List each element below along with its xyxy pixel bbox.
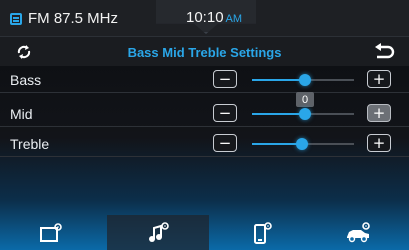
mid-label: Mid [10, 106, 33, 122]
bottom-tab-bar [0, 215, 409, 250]
vehicle-settings-icon [347, 221, 370, 242]
treble-increase-button[interactable]: + [367, 134, 391, 152]
sound-settings-icon [149, 221, 169, 242]
clock-time: 10:10 [186, 9, 224, 26]
treble-row: Treble − + [0, 131, 409, 157]
mid-row: Mid − + [0, 101, 409, 127]
bass-label: Bass [10, 72, 42, 88]
tab-display-settings[interactable] [0, 215, 102, 250]
treble-decrease-button[interactable]: − [213, 134, 237, 152]
back-icon[interactable] [373, 43, 395, 61]
bass-slider[interactable] [252, 74, 354, 86]
bass-slider-knob[interactable] [299, 74, 311, 86]
tab-phone-settings[interactable] [210, 215, 312, 250]
mid-slider-knob[interactable] [299, 108, 311, 120]
status-bar: FM 87.5 MHz 10:10 AM [0, 0, 409, 36]
settings-header: Bass Mid Treble Settings [0, 36, 409, 66]
radio-icon [10, 12, 22, 25]
radio-frequency: FM 87.5 MHz [28, 10, 119, 27]
tab-sound-settings[interactable] [107, 215, 209, 250]
clock: 10:10 AM [186, 9, 242, 26]
display-settings-icon [40, 222, 62, 242]
phone-settings-icon [254, 221, 272, 244]
bass-slider-fill [252, 79, 305, 81]
mid-slider-fill [252, 113, 305, 115]
bass-decrease-button[interactable]: − [213, 70, 237, 88]
treble-slider-fill [252, 143, 302, 145]
radio-source[interactable]: FM 87.5 MHz [10, 10, 118, 27]
mid-decrease-button[interactable]: − [213, 104, 237, 122]
clock-ampm: AM [225, 13, 243, 25]
treble-label: Treble [10, 136, 50, 152]
treble-slider-knob[interactable] [296, 138, 308, 150]
tab-vehicle-settings[interactable] [307, 215, 409, 250]
audio-settings-screen: FM 87.5 MHz 10:10 AM Bass Mid Treble Sett… [0, 0, 409, 250]
mid-increase-button[interactable]: + [367, 104, 391, 122]
mid-slider[interactable] [252, 108, 354, 120]
page-title: Bass Mid Treble Settings [127, 45, 282, 60]
bass-row: Bass − + [0, 67, 409, 93]
bass-increase-button[interactable]: + [367, 70, 391, 88]
treble-slider[interactable] [252, 138, 354, 150]
